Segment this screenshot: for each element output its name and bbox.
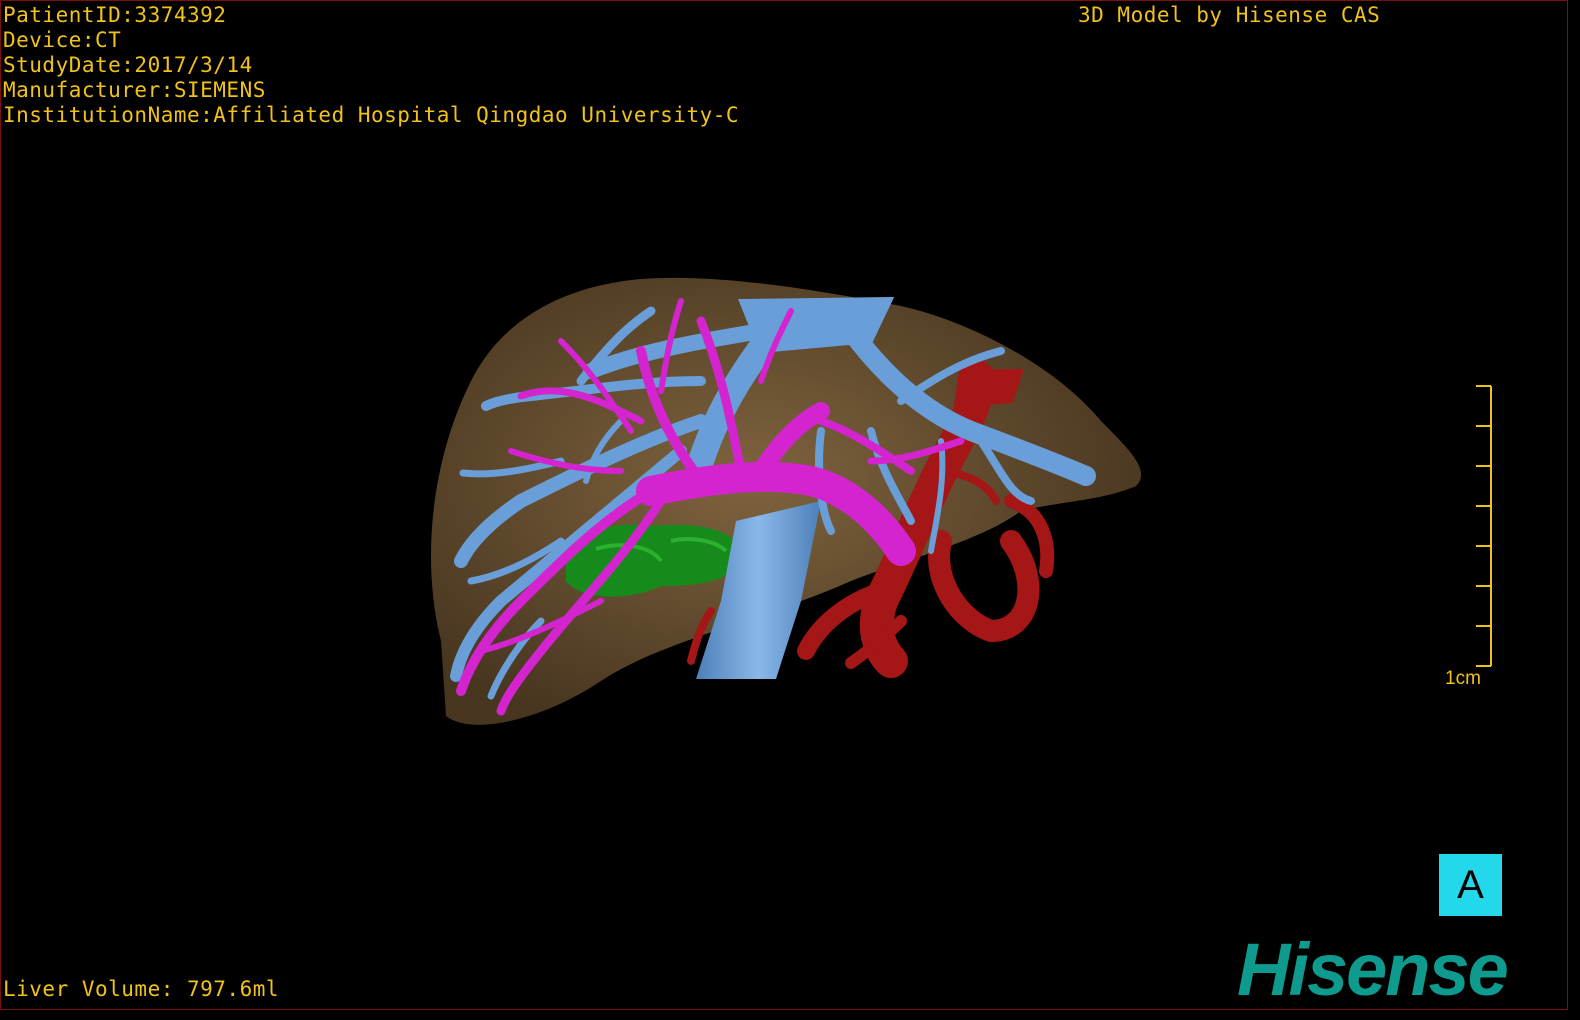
institution-name: InstitutionName:Affiliated Hospital Qing… xyxy=(3,103,740,127)
liver-volume: Liver Volume: 797.6ml xyxy=(3,977,280,1001)
dicom-info-overlay: PatientID:3374392 Device:CT StudyDate:20… xyxy=(3,3,739,128)
patient-id: PatientID:3374392 xyxy=(3,3,227,27)
scale-label: 1cm xyxy=(1445,668,1481,689)
orientation-anterior-button[interactable]: A xyxy=(1439,854,1502,916)
device: Device:CT xyxy=(3,28,122,52)
liver-3d-model[interactable] xyxy=(1,1,1568,1010)
3d-viewport[interactable]: PatientID:3374392 Device:CT StudyDate:20… xyxy=(0,0,1568,1010)
model-credit: 3D Model by Hisense CAS xyxy=(1078,3,1381,27)
manufacturer: Manufacturer:SIEMENS xyxy=(3,78,266,102)
study-date: StudyDate:2017/3/14 xyxy=(3,53,253,77)
hisense-logo: Hisense xyxy=(1237,928,1509,1010)
scale-bar xyxy=(1476,385,1492,667)
